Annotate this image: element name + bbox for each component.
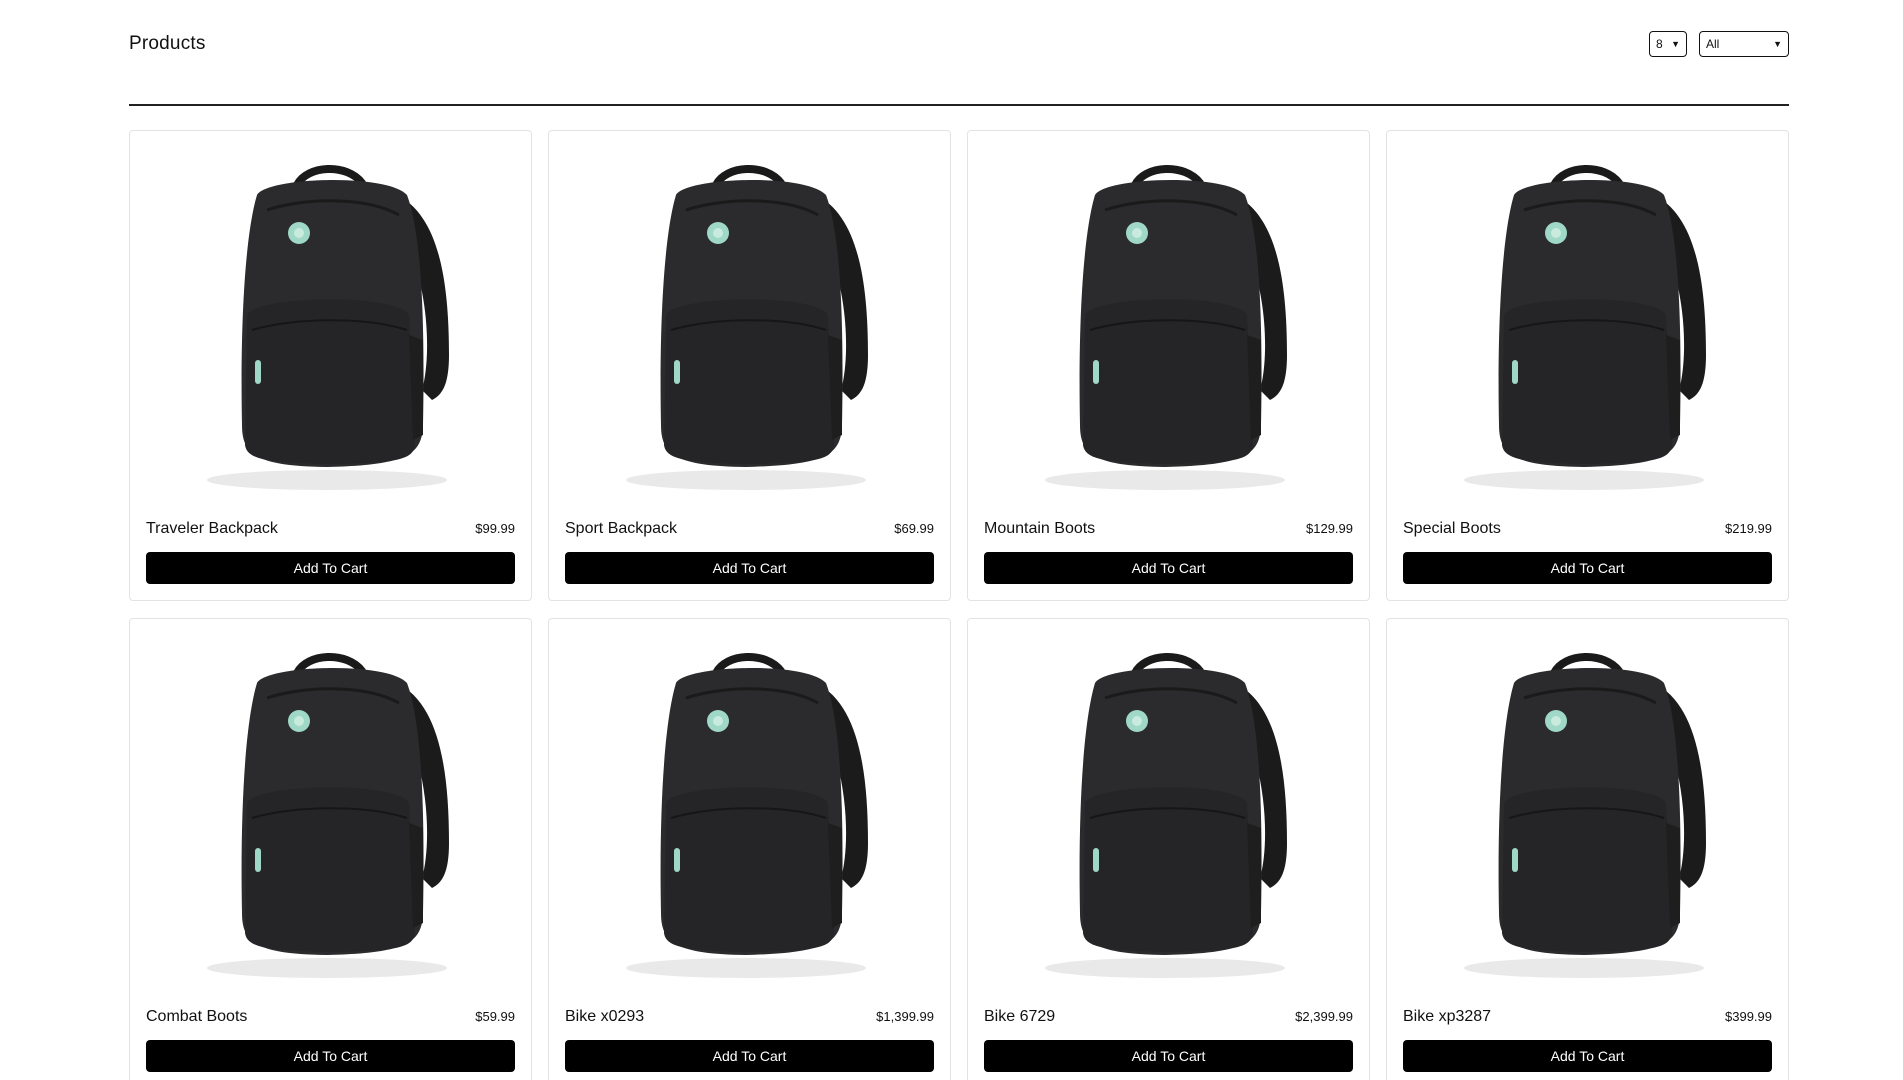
product-price: $99.99 (475, 521, 515, 536)
add-to-cart-button[interactable]: Add To Cart (565, 552, 934, 584)
add-to-cart-button[interactable]: Add To Cart (146, 1040, 515, 1072)
product-card: Mountain Boots $129.99 Add To Cart (967, 130, 1370, 601)
backpack-image[interactable] (170, 155, 493, 495)
product-price: $1,399.99 (876, 1009, 934, 1024)
product-price: $129.99 (1306, 521, 1353, 536)
product-card: Bike xp3287 $399.99 Add To Cart (1386, 618, 1789, 1080)
filter-controls: 8 ▼ All ▼ (1649, 31, 1789, 57)
add-to-cart-button[interactable]: Add To Cart (1403, 552, 1772, 584)
product-info: Traveler Backpack $99.99 (146, 520, 515, 538)
product-price: $399.99 (1725, 1009, 1772, 1024)
product-card: Sport Backpack $69.99 Add To Cart (548, 130, 951, 601)
product-name: Bike xp3287 (1403, 1008, 1492, 1025)
per-page-select[interactable]: 8 ▼ (1649, 31, 1687, 57)
product-info: Sport Backpack $69.99 (565, 520, 934, 538)
backpack-image[interactable] (170, 643, 493, 983)
add-to-cart-button[interactable]: Add To Cart (984, 1040, 1353, 1072)
product-card: Bike x0293 $1,399.99 Add To Cart (548, 618, 951, 1080)
category-select[interactable]: All ▼ (1699, 31, 1789, 57)
header-divider (129, 104, 1789, 106)
backpack-image[interactable] (1427, 155, 1750, 495)
backpack-image[interactable] (589, 643, 912, 983)
backpack-image[interactable] (1008, 643, 1331, 983)
product-grid: Traveler Backpack $99.99 Add To Cart Spo… (129, 130, 1789, 1080)
product-card: Bike 6729 $2,399.99 Add To Cart (967, 618, 1370, 1080)
add-to-cart-button[interactable]: Add To Cart (146, 552, 515, 584)
chevron-down-icon: ▼ (1671, 39, 1680, 49)
product-name: Bike x0293 (565, 1008, 645, 1025)
product-name: Bike 6729 (984, 1008, 1056, 1025)
backpack-image[interactable] (1427, 643, 1750, 983)
product-info: Bike x0293 $1,399.99 (565, 1008, 934, 1026)
product-card: Traveler Backpack $99.99 Add To Cart (129, 130, 532, 601)
product-info: Bike xp3287 $399.99 (1403, 1008, 1772, 1026)
product-card: Combat Boots $59.99 Add To Cart (129, 618, 532, 1080)
product-price: $69.99 (894, 521, 934, 536)
product-price: $59.99 (475, 1009, 515, 1024)
product-info: Bike 6729 $2,399.99 (984, 1008, 1353, 1026)
product-price: $219.99 (1725, 521, 1772, 536)
add-to-cart-button[interactable]: Add To Cart (565, 1040, 934, 1072)
per-page-value: 8 (1656, 37, 1663, 51)
products-page: Products 8 ▼ All ▼ Traveler Backpack $99… (0, 0, 1903, 1080)
product-name: Mountain Boots (984, 520, 1096, 537)
product-name: Traveler Backpack (146, 520, 278, 537)
page-header: Products 8 ▼ All ▼ (129, 28, 1789, 60)
product-name: Sport Backpack (565, 520, 678, 537)
backpack-image[interactable] (1008, 155, 1331, 495)
product-name: Special Boots (1403, 520, 1501, 537)
product-info: Special Boots $219.99 (1403, 520, 1772, 538)
add-to-cart-button[interactable]: Add To Cart (1403, 1040, 1772, 1072)
product-info: Combat Boots $59.99 (146, 1008, 515, 1026)
product-price: $2,399.99 (1295, 1009, 1353, 1024)
product-card: Special Boots $219.99 Add To Cart (1386, 130, 1789, 601)
add-to-cart-button[interactable]: Add To Cart (984, 552, 1353, 584)
category-value: All (1706, 37, 1720, 51)
page-title: Products (129, 33, 206, 54)
product-info: Mountain Boots $129.99 (984, 520, 1353, 538)
chevron-down-icon: ▼ (1773, 39, 1782, 49)
product-name: Combat Boots (146, 1008, 248, 1025)
backpack-image[interactable] (589, 155, 912, 495)
